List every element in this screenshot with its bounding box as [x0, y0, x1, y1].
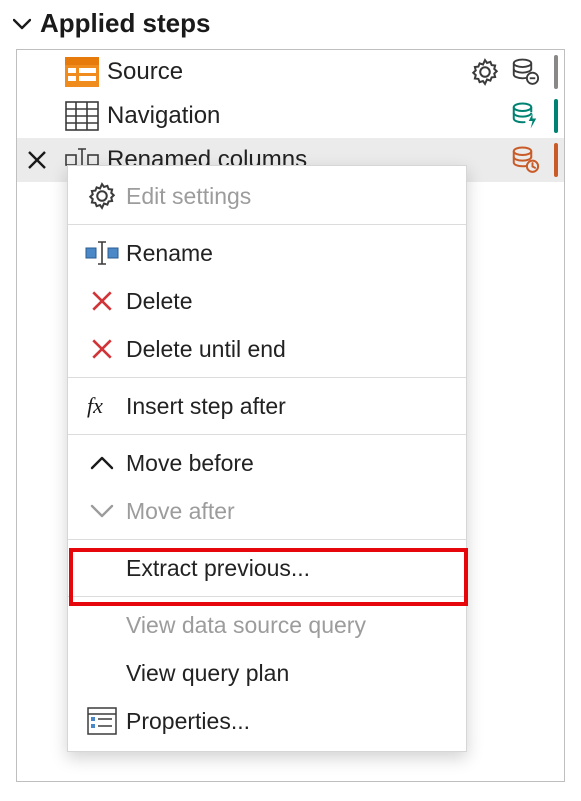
chevron-down-icon	[78, 503, 126, 519]
status-bar	[554, 99, 558, 133]
svg-text:fx: fx	[87, 393, 103, 418]
menu-delete-until-end[interactable]: Delete until end	[68, 325, 466, 373]
panel-title: Applied steps	[40, 8, 210, 39]
chevron-down-icon	[12, 14, 32, 34]
menu-label: Extract previous...	[126, 555, 310, 582]
database-bolt-icon	[510, 101, 540, 131]
menu-label: Delete	[126, 288, 192, 315]
menu-extract-previous[interactable]: Extract previous...	[68, 544, 466, 592]
gear-icon	[78, 181, 126, 211]
table-icon	[57, 101, 107, 131]
rename-icon	[78, 240, 126, 266]
menu-move-after: Move after	[68, 487, 466, 535]
step-row-source[interactable]: Source	[17, 50, 564, 94]
menu-label: View data source query	[126, 612, 366, 639]
menu-label: Move before	[126, 450, 254, 477]
menu-label: Insert step after	[126, 393, 286, 420]
database-minus-icon	[510, 57, 540, 87]
database-clock-icon	[510, 145, 540, 175]
chevron-up-icon	[78, 455, 126, 471]
delete-x-icon	[78, 289, 126, 313]
gear-icon[interactable]	[470, 57, 500, 87]
step-label: Navigation	[107, 102, 510, 130]
menu-label: Rename	[126, 240, 213, 267]
menu-label: Move after	[126, 498, 235, 525]
fx-icon: fx	[78, 393, 126, 419]
menu-label: Edit settings	[126, 183, 251, 210]
menu-edit-settings: Edit settings	[68, 172, 466, 220]
step-row-navigation[interactable]: Navigation	[17, 94, 564, 138]
status-bar	[554, 143, 558, 177]
menu-move-before[interactable]: Move before	[68, 439, 466, 487]
menu-label: Delete until end	[126, 336, 286, 363]
context-menu: Edit settings Rename Delete	[67, 165, 467, 752]
source-table-icon	[57, 57, 107, 87]
applied-steps-list: Source	[16, 49, 565, 782]
delete-x-icon	[78, 337, 126, 361]
menu-view-query-plan[interactable]: View query plan	[68, 649, 466, 697]
menu-delete[interactable]: Delete	[68, 277, 466, 325]
menu-rename[interactable]: Rename	[68, 229, 466, 277]
delete-step-icon[interactable]	[26, 149, 48, 171]
status-bar	[554, 55, 558, 89]
properties-list-icon	[78, 707, 126, 735]
menu-label: Properties...	[126, 708, 250, 735]
menu-insert-step-after[interactable]: fx Insert step after	[68, 382, 466, 430]
step-label: Source	[107, 58, 470, 86]
menu-view-data-source-query: View data source query	[68, 601, 466, 649]
menu-label: View query plan	[126, 660, 289, 687]
applied-steps-header[interactable]: Applied steps	[0, 0, 581, 49]
menu-properties[interactable]: Properties...	[68, 697, 466, 745]
